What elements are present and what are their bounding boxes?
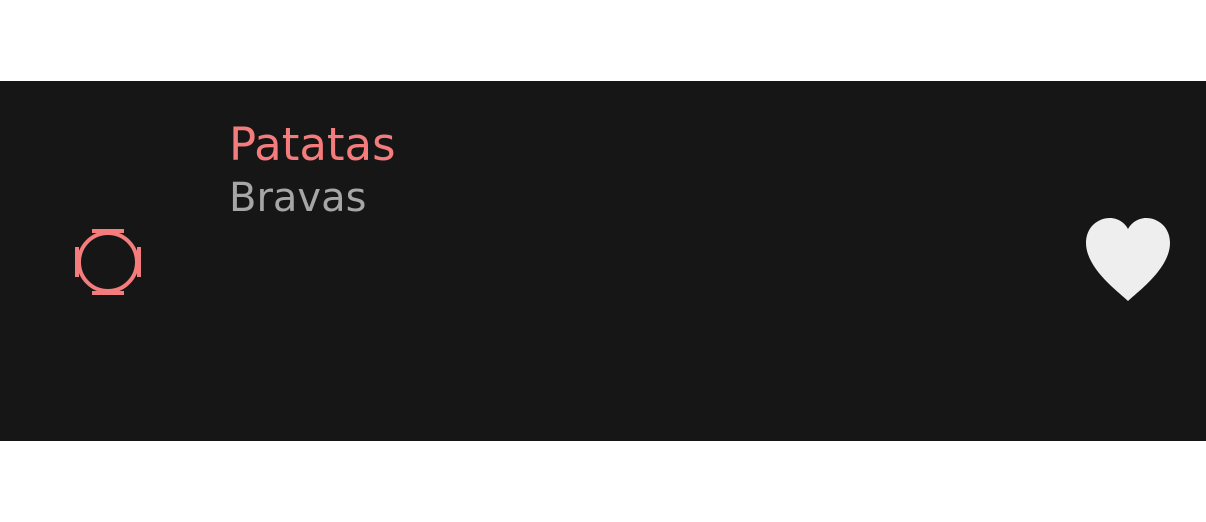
item-title: Patatas [229,118,396,171]
favorite-button[interactable] [1080,211,1176,307]
item-subtitle: Bravas [229,175,367,221]
heart-icon [1086,218,1170,301]
circle-outline-icon [74,229,142,297]
item-text: Patatas Bravas [229,119,396,225]
list-item[interactable]: Patatas Bravas [0,81,1206,441]
